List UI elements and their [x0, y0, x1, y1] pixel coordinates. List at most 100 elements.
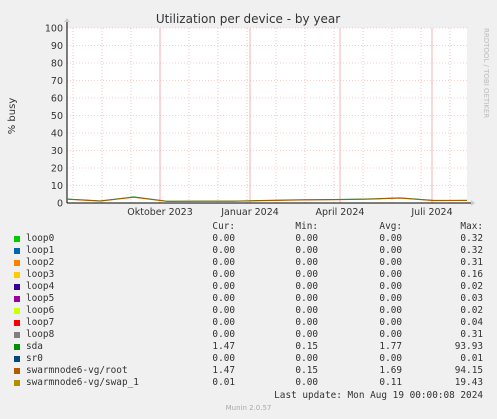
legend-cur-value: 0.00 — [212, 269, 235, 280]
legend-min-value: 0.00 — [295, 245, 318, 256]
legend-min-value: 0.00 — [295, 281, 318, 292]
legend-avg-value: 0.00 — [379, 329, 402, 340]
legend-cur-value: 0.00 — [212, 353, 235, 364]
legend-row: sda 1.47 0.15 1.77 93.93 — [0, 341, 497, 353]
legend-row: loop0 0.00 0.00 0.00 0.32 — [0, 233, 497, 245]
legend-min-value: 0.00 — [295, 257, 318, 268]
y-tick-label: 10 — [51, 181, 63, 192]
legend-min-value: 0.15 — [295, 365, 318, 376]
legend-min-value: 0.00 — [295, 329, 318, 340]
y-tick-label: 70 — [51, 76, 63, 87]
y-tick-label: 60 — [51, 94, 63, 105]
legend-swatch — [14, 332, 20, 338]
y-tick-label: 50 — [51, 111, 63, 122]
legend-swatch — [14, 380, 20, 386]
header-avg: Avg: — [379, 221, 402, 232]
legend-avg-value: 0.00 — [379, 245, 402, 256]
y-axis-arrow — [64, 18, 70, 22]
legend-max-value: 0.32 — [460, 233, 483, 244]
legend-cur-value: 0.00 — [212, 257, 235, 268]
x-tick-label: Oktober 2023 — [127, 207, 193, 218]
legend-row: loop7 0.00 0.00 0.00 0.04 — [0, 317, 497, 329]
legend-swatch — [14, 296, 20, 302]
legend-min-value: 0.00 — [295, 317, 318, 328]
legend-min-value: 0.00 — [295, 233, 318, 244]
legend-cur-value: 0.00 — [212, 305, 235, 316]
legend-avg-value: 0.00 — [379, 281, 402, 292]
legend-swatch — [14, 368, 20, 374]
legend-cur-value: 0.01 — [212, 377, 235, 388]
legend-device-name: loop4 — [26, 281, 55, 292]
y-tick-label: 20 — [51, 164, 63, 175]
y-tick-label: 30 — [51, 146, 63, 157]
y-tick-label: 80 — [51, 59, 63, 70]
legend-device-name: loop6 — [26, 305, 55, 316]
legend-device-name: sr0 — [26, 353, 43, 364]
legend-min-value: 0.00 — [295, 269, 318, 280]
legend-row: swarmnode6-vg/root 1.47 0.15 1.69 94.15 — [0, 365, 497, 377]
legend-device-name: loop8 — [26, 329, 55, 340]
legend-device-name: loop1 — [26, 245, 55, 256]
legend-row: loop2 0.00 0.00 0.00 0.31 — [0, 257, 497, 269]
legend-swatch — [14, 260, 20, 266]
y-tick-label: 0 — [57, 199, 63, 210]
legend-row: loop3 0.00 0.00 0.00 0.16 — [0, 269, 497, 281]
legend-row: loop4 0.00 0.00 0.00 0.02 — [0, 281, 497, 293]
legend-swatch — [14, 284, 20, 290]
legend-swatch — [14, 272, 20, 278]
chart-title: Utilization per device - by year — [156, 12, 340, 26]
legend-min-value: 0.00 — [295, 353, 318, 364]
legend-avg-value: 1.69 — [379, 365, 402, 376]
legend-min-value: 0.00 — [295, 305, 318, 316]
legend-cur-value: 0.00 — [212, 293, 235, 304]
legend-max-value: 0.01 — [460, 353, 483, 364]
legend-device-name: swarmnode6-vg/swap_1 — [26, 377, 139, 388]
munin-graph: 0 10 20 30 40 50 60 70 80 90 100 Oktober 2023 Janua… — [0, 0, 497, 419]
y-axis-label: % busy — [7, 98, 18, 135]
legend-row: loop1 0.00 0.00 0.00 0.32 — [0, 245, 497, 257]
chart-svg: 0 10 20 30 40 50 60 70 80 90 100 Oktober 2023 Janua… — [7, 12, 490, 218]
legend-max-value: 0.02 — [460, 305, 483, 316]
legend-cur-value: 0.00 — [212, 233, 235, 244]
header-cur: Cur: — [212, 221, 235, 232]
legend-avg-value: 0.00 — [379, 305, 402, 316]
legend-avg-value: 0.00 — [379, 293, 402, 304]
legend-cur-value: 0.00 — [212, 317, 235, 328]
legend-device-name: loop2 — [26, 257, 55, 268]
legend-avg-value: 0.00 — [379, 257, 402, 268]
munin-version: Munin 2.0.57 — [225, 404, 272, 412]
legend-avg-value: 1.77 — [379, 341, 402, 352]
legend-avg-value: 0.00 — [379, 233, 402, 244]
legend-device-name: loop5 — [26, 293, 55, 304]
legend-avg-value: 0.00 — [379, 269, 402, 280]
legend-swatch — [14, 236, 20, 242]
legend-row: sr0 0.00 0.00 0.00 0.01 — [0, 353, 497, 365]
legend-device-name: loop7 — [26, 317, 55, 328]
legend-max-value: 0.04 — [460, 317, 483, 328]
legend-row: loop5 0.00 0.00 0.00 0.03 — [0, 293, 497, 305]
legend-row: loop8 0.00 0.00 0.00 0.31 — [0, 329, 497, 341]
legend-header: Cur: Min: Avg: Max: — [0, 221, 497, 233]
legend-avg-value: 0.00 — [379, 353, 402, 364]
legend-device-name: loop3 — [26, 269, 55, 280]
legend-min-value: 0.00 — [295, 377, 318, 388]
legend-cur-value: 0.00 — [212, 281, 235, 292]
legend-device-name: swarmnode6-vg/root — [26, 365, 128, 376]
y-tick-label: 90 — [51, 41, 63, 52]
header-max: Max: — [460, 221, 483, 232]
legend-max-value: 19.43 — [454, 377, 483, 388]
legend-cur-value: 1.47 — [212, 365, 235, 376]
legend-max-value: 0.02 — [460, 281, 483, 292]
legend-max-value: 0.31 — [460, 329, 483, 340]
legend-device-name: sda — [26, 341, 43, 352]
legend-max-value: 93.93 — [454, 341, 483, 352]
legend-avg-value: 0.00 — [379, 317, 402, 328]
last-update: Last update: Mon Aug 19 00:00:08 2024 — [274, 390, 483, 401]
side-label: RRDTOOL / TOBI OETIKER — [482, 28, 490, 118]
legend-cur-value: 0.00 — [212, 329, 235, 340]
header-min: Min: — [295, 221, 318, 232]
legend-swatch — [14, 248, 20, 254]
legend-swatch — [14, 320, 20, 326]
legend-max-value: 94.15 — [454, 365, 483, 376]
y-tick-label: 40 — [51, 129, 63, 140]
